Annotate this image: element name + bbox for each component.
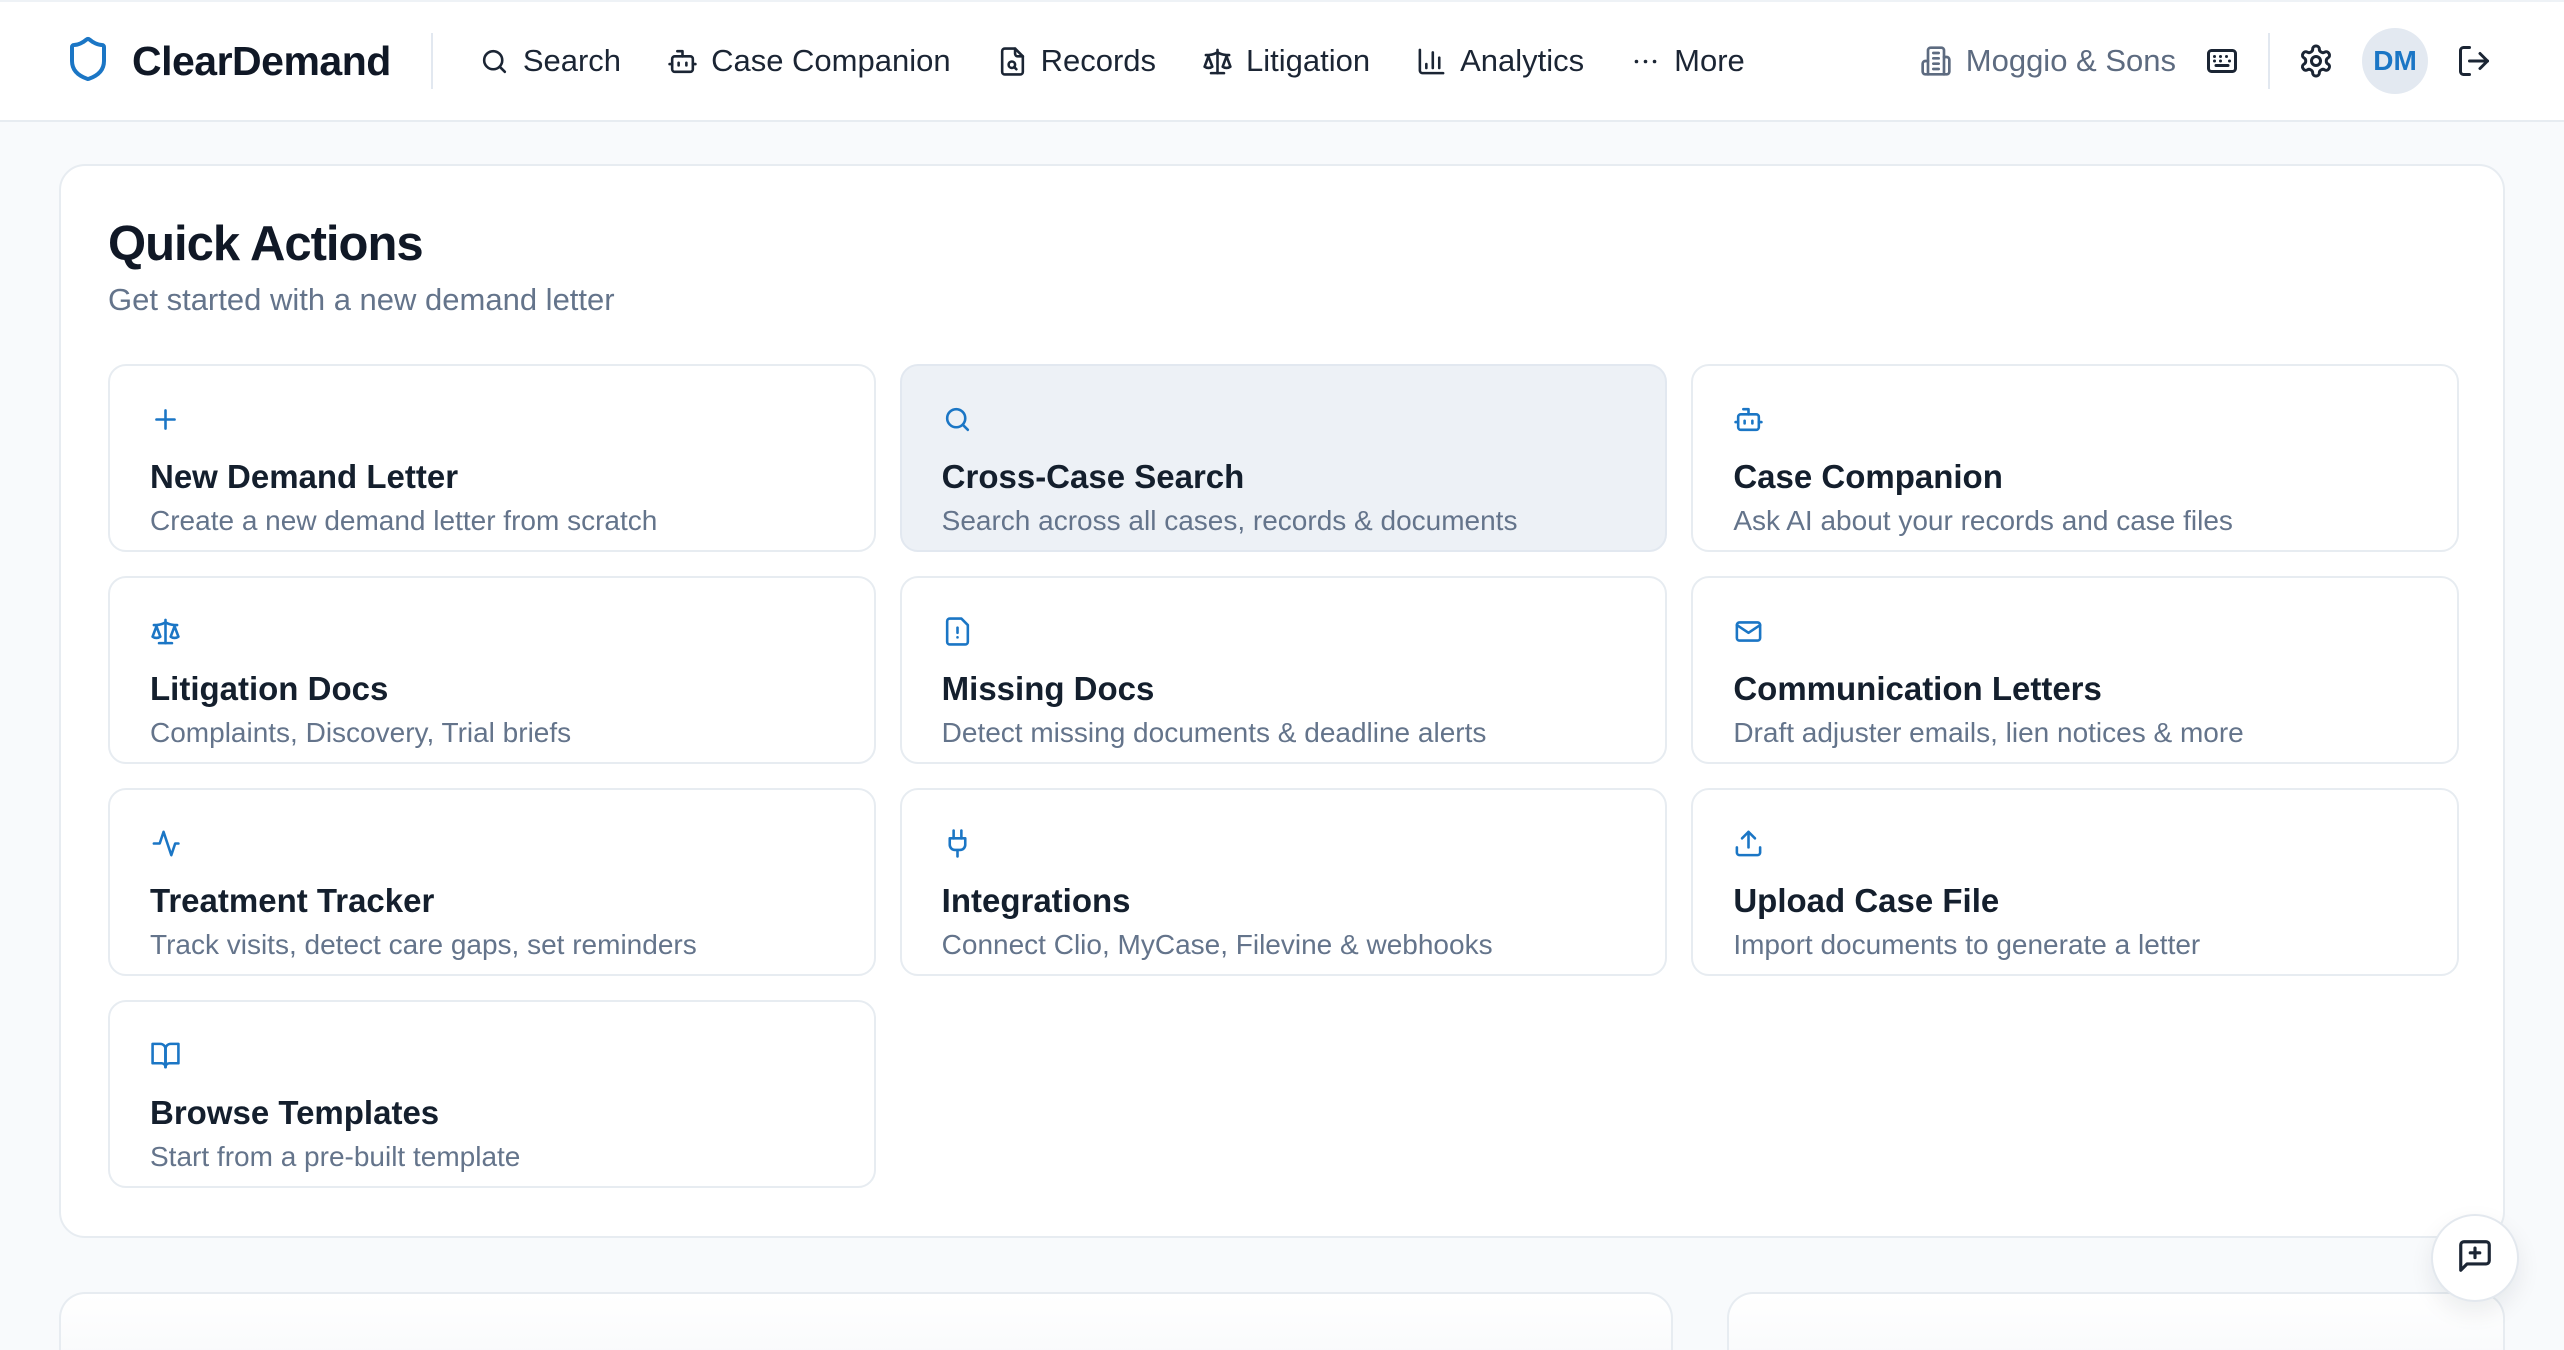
card-litigation-docs[interactable]: Litigation Docs Complaints, Discovery, T… xyxy=(108,576,876,764)
settings-button[interactable] xyxy=(2298,43,2334,79)
card-description: Ask AI about your records and case files xyxy=(1733,505,2233,537)
activity-icon xyxy=(150,828,181,859)
section-card-partial-right xyxy=(1727,1292,2505,1350)
search-icon xyxy=(479,46,510,77)
card-description: Create a new demand letter from scratch xyxy=(150,505,657,537)
card-title: Missing Docs xyxy=(942,670,1155,708)
main-content: Quick Actions Get started with a new dem… xyxy=(0,164,2564,1238)
card-title: Upload Case File xyxy=(1733,882,1999,920)
file-alert-icon xyxy=(942,616,973,647)
quick-actions-panel: Quick Actions Get started with a new dem… xyxy=(59,164,2505,1238)
ellipsis-icon xyxy=(1630,46,1661,77)
card-description: Draft adjuster emails, lien notices & mo… xyxy=(1733,717,2243,749)
card-title: Case Companion xyxy=(1733,458,2003,496)
log-out-icon xyxy=(2456,43,2492,79)
nav-item-label: Search xyxy=(523,43,621,79)
nav-item-records[interactable]: Records xyxy=(997,43,1156,79)
card-title: Litigation Docs xyxy=(150,670,388,708)
nav-divider xyxy=(431,33,433,89)
card-cross-case-search[interactable]: Cross-Case Search Search across all case… xyxy=(900,364,1668,552)
scale-icon xyxy=(150,616,181,647)
file-search-icon xyxy=(997,46,1028,77)
nav-item-search[interactable]: Search xyxy=(479,43,621,79)
bot-icon xyxy=(1733,404,1764,435)
card-description: Search across all cases, records & docum… xyxy=(942,505,1518,537)
upload-icon xyxy=(1733,828,1764,859)
building-icon xyxy=(1920,45,1952,77)
card-title: Integrations xyxy=(942,882,1131,920)
brand-name: ClearDemand xyxy=(132,38,391,85)
nav-item-more[interactable]: More xyxy=(1630,43,1745,79)
nav-item-label: Litigation xyxy=(1246,43,1370,79)
card-title: Browse Templates xyxy=(150,1094,439,1132)
nav-item-label: Records xyxy=(1041,43,1156,79)
nav-item-analytics[interactable]: Analytics xyxy=(1416,43,1584,79)
card-description: Detect missing documents & deadline aler… xyxy=(942,717,1487,749)
app-window: ClearDemand Search Case Companion Record… xyxy=(0,0,2564,1350)
card-treatment-tracker[interactable]: Treatment Tracker Track visits, detect c… xyxy=(108,788,876,976)
card-title: Treatment Tracker xyxy=(150,882,434,920)
card-browse-templates[interactable]: Browse Templates Start from a pre-built … xyxy=(108,1000,876,1188)
page-subtitle: Get started with a new demand letter xyxy=(108,282,2459,318)
card-description: Start from a pre-built template xyxy=(150,1141,520,1173)
user-avatar[interactable]: DM xyxy=(2362,28,2428,94)
keyboard-shortcuts-button[interactable] xyxy=(2204,43,2240,79)
card-title: New Demand Letter xyxy=(150,458,458,496)
card-description: Import documents to generate a letter xyxy=(1733,929,2200,961)
org-switcher[interactable]: Moggio & Sons xyxy=(1920,43,2176,79)
card-communication-letters[interactable]: Communication Letters Draft adjuster ema… xyxy=(1691,576,2459,764)
card-description: Complaints, Discovery, Trial briefs xyxy=(150,717,571,749)
card-description: Track visits, detect care gaps, set remi… xyxy=(150,929,697,961)
nav-item-label: More xyxy=(1674,43,1745,79)
nav-right-cluster: Moggio & Sons DM xyxy=(1920,28,2492,94)
section-card-partial-left xyxy=(59,1292,1673,1350)
plug-icon xyxy=(942,828,973,859)
scale-icon xyxy=(1202,46,1233,77)
search-icon xyxy=(942,404,973,435)
nav-item-litigation[interactable]: Litigation xyxy=(1202,43,1370,79)
card-description: Connect Clio, MyCase, Filevine & webhook… xyxy=(942,929,1493,961)
keyboard-icon xyxy=(2204,43,2240,79)
plus-icon xyxy=(150,404,181,435)
brand[interactable]: ClearDemand xyxy=(64,35,391,88)
logout-button[interactable] xyxy=(2456,43,2492,79)
top-nav: ClearDemand Search Case Companion Record… xyxy=(0,0,2564,122)
card-upload-case-file[interactable]: Upload Case File Import documents to gen… xyxy=(1691,788,2459,976)
book-open-icon xyxy=(150,1040,181,1071)
card-title: Cross-Case Search xyxy=(942,458,1245,496)
quick-actions-grid: New Demand Letter Create a new demand le… xyxy=(108,364,2459,1188)
card-missing-docs[interactable]: Missing Docs Detect missing documents & … xyxy=(900,576,1668,764)
avatar-initials: DM xyxy=(2373,45,2417,77)
feedback-button[interactable] xyxy=(2431,1214,2519,1302)
nav-item-label: Analytics xyxy=(1460,43,1584,79)
gear-icon xyxy=(2298,43,2334,79)
primary-nav: Search Case Companion Records Litigation… xyxy=(479,43,1745,79)
card-integrations[interactable]: Integrations Connect Clio, MyCase, Filev… xyxy=(900,788,1668,976)
chart-column-icon xyxy=(1416,46,1447,77)
nav-divider xyxy=(2268,33,2270,89)
nav-item-label: Case Companion xyxy=(711,43,951,79)
nav-item-case-companion[interactable]: Case Companion xyxy=(667,43,951,79)
message-square-plus-icon xyxy=(2456,1237,2494,1280)
mail-icon xyxy=(1733,616,1764,647)
card-title: Communication Letters xyxy=(1733,670,2102,708)
bot-icon xyxy=(667,46,698,77)
page-title: Quick Actions xyxy=(108,216,2459,272)
card-case-companion[interactable]: Case Companion Ask AI about your records… xyxy=(1691,364,2459,552)
shield-logo-icon xyxy=(64,35,112,88)
org-name: Moggio & Sons xyxy=(1966,43,2176,79)
card-new-demand-letter[interactable]: New Demand Letter Create a new demand le… xyxy=(108,364,876,552)
